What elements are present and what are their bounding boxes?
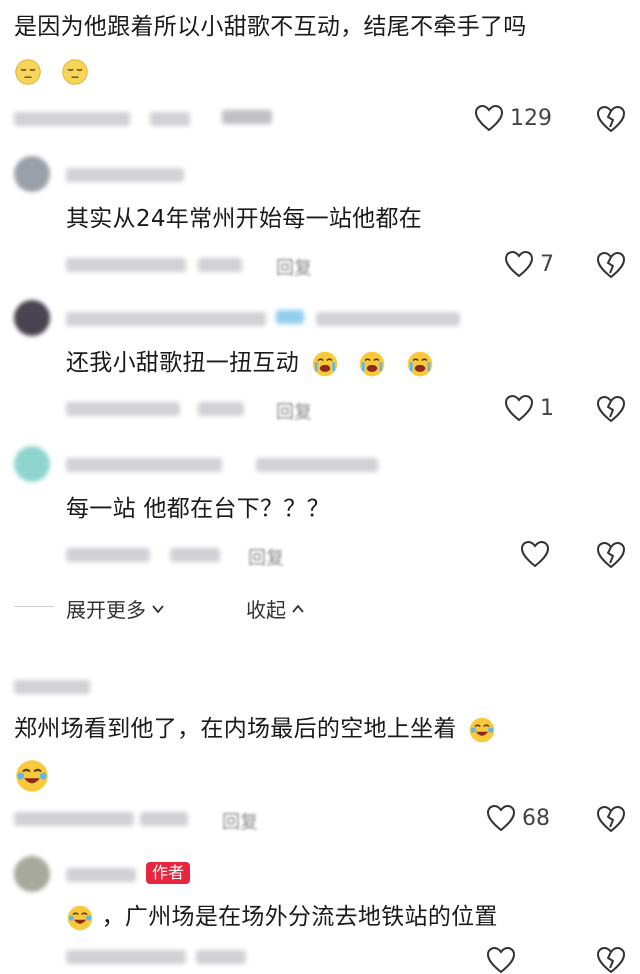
laugh-cry-emoji	[470, 717, 495, 742]
emoji-row	[14, 58, 89, 86]
like-button[interactable]: 1	[504, 394, 554, 422]
emoji-row	[14, 758, 50, 794]
chevron-up-icon	[292, 604, 304, 613]
blurred-meta	[198, 258, 242, 272]
crying-face-emoji	[312, 351, 337, 376]
comment-text: 郑州场看到他了，在内场最后的空地上坐着	[14, 714, 496, 744]
avatar[interactable]	[14, 156, 50, 192]
dislike-button[interactable]	[596, 395, 626, 423]
blurred-meta	[66, 548, 150, 562]
blurred-meta	[66, 258, 186, 272]
reply-link[interactable]: 回复	[276, 254, 312, 280]
blurred-meta	[66, 402, 180, 416]
dislike-button[interactable]	[596, 946, 626, 974]
blurred-username[interactable]	[66, 458, 222, 472]
laugh-cry-emoji	[16, 760, 48, 792]
comment-text-content: 郑州场看到他了，在内场最后的空地上坐着	[14, 716, 457, 742]
blurred-username[interactable]	[66, 168, 184, 182]
blurred-meta	[196, 950, 246, 964]
broken-heart-icon	[597, 542, 625, 568]
crying-face-emoji	[360, 351, 385, 376]
blurred-meta	[66, 950, 186, 964]
blurred-username	[316, 312, 460, 326]
thread-divider	[14, 606, 54, 607]
like-count: 129	[510, 105, 552, 131]
dislike-button[interactable]	[596, 251, 626, 279]
heart-outline-icon	[474, 104, 504, 132]
like-count: 7	[540, 251, 554, 277]
blurred-username[interactable]	[66, 868, 136, 882]
comment-text: 是因为他跟着所以小甜歌不互动，结尾不牵手了吗	[14, 14, 527, 40]
broken-heart-icon	[597, 806, 625, 832]
avatar[interactable]	[14, 446, 50, 482]
reply-text: ，广州场是在场外分流去地铁站的位置	[66, 902, 498, 932]
broken-heart-icon	[597, 947, 625, 973]
blurred-meta	[14, 112, 130, 126]
broken-heart-icon	[597, 396, 625, 422]
blurred-meta	[140, 812, 188, 826]
heart-outline-icon	[504, 250, 534, 278]
reply-link[interactable]: 回复	[276, 398, 312, 424]
like-button[interactable]	[486, 946, 516, 974]
expand-more-label: 展开更多	[66, 598, 146, 622]
like-button[interactable]: 68	[486, 804, 550, 832]
like-button[interactable]: 7	[504, 250, 554, 278]
reply-link[interactable]: 回复	[222, 808, 258, 834]
like-button[interactable]	[520, 540, 556, 568]
crying-face-emoji	[407, 351, 433, 376]
reply-text: 每一站 他都在台下？？？	[66, 496, 330, 522]
chevron-down-icon	[152, 604, 164, 613]
blurred-username	[256, 458, 378, 472]
sleepy-face-emoji	[15, 59, 41, 85]
broken-heart-icon	[597, 106, 625, 132]
collapse-button[interactable]: 收起	[246, 594, 306, 623]
like-count: 68	[522, 805, 550, 831]
dislike-button[interactable]	[596, 105, 626, 133]
heart-outline-icon	[520, 540, 550, 568]
like-button[interactable]: 129	[474, 104, 552, 132]
laugh-cry-emoji	[67, 905, 93, 930]
blurred-meta	[170, 548, 220, 562]
collapse-label: 收起	[246, 598, 286, 622]
like-count: 1	[540, 395, 554, 421]
reply-text: 其实从24年常州开始每一站他都在	[66, 206, 423, 232]
blurred-meta	[150, 112, 190, 126]
reply-text-content: ，广州场是在场外分流去地铁站的位置	[101, 904, 498, 930]
sleepy-face-emoji	[62, 59, 88, 85]
blurred-username[interactable]	[66, 312, 266, 326]
author-badge: 作者	[146, 862, 191, 884]
blurred-username[interactable]	[14, 680, 90, 694]
broken-heart-icon	[597, 252, 625, 278]
reply-text-content: 还我小甜歌扭一扭互动	[66, 350, 299, 376]
heart-outline-icon	[486, 804, 516, 832]
blurred-meta	[14, 812, 134, 826]
avatar[interactable]	[14, 300, 50, 336]
blurred-meta	[198, 402, 244, 416]
reply-link-blurred[interactable]	[222, 110, 272, 124]
dislike-button[interactable]	[596, 541, 626, 569]
blurred-badge	[276, 310, 304, 324]
avatar[interactable]	[14, 856, 50, 892]
heart-outline-icon	[504, 394, 534, 422]
dislike-button[interactable]	[596, 805, 626, 833]
reply-link[interactable]: 回复	[248, 544, 284, 570]
heart-outline-icon	[486, 946, 516, 974]
expand-more-button[interactable]: 展开更多	[66, 594, 166, 623]
reply-text: 还我小甜歌扭一扭互动	[66, 348, 434, 378]
